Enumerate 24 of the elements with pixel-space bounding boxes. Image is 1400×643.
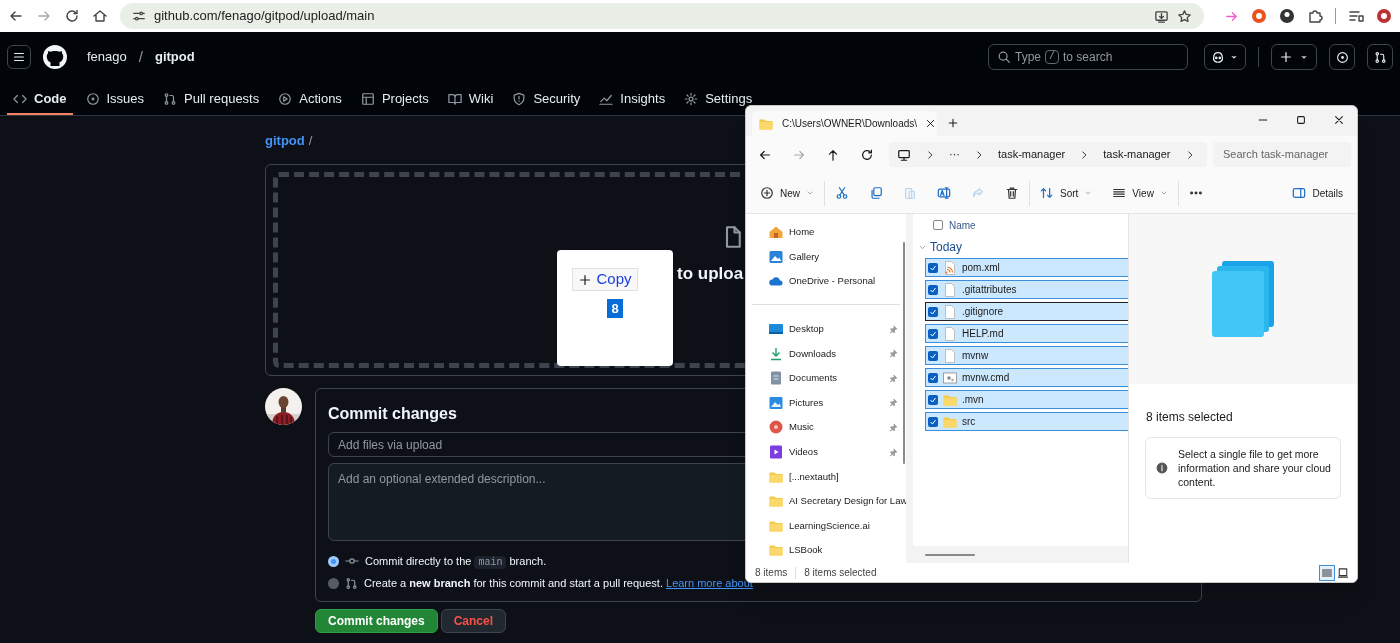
copy-label: Copy <box>572 268 638 291</box>
file-name: pom.xml <box>962 261 1000 275</box>
status-text: 8 items <box>755 566 788 580</box>
file-name: src <box>962 415 976 429</box>
search-hint: to search <box>1063 49 1113 66</box>
file-name: HELP.md <box>962 327 1004 341</box>
search-hint: Type <box>1015 49 1041 66</box>
file-name: .gitignore <box>962 305 1004 319</box>
path-separator: / <box>138 46 143 67</box>
file-name: mvnw <box>962 349 989 363</box>
drop-zone-text: to uploa <box>677 263 744 285</box>
info-text: Select a single file to get more information and share your cloud content. <box>1178 447 1332 489</box>
status-text: 8 items selected <box>804 566 877 580</box>
count-badge: 8 <box>607 299 623 318</box>
file-name: .mvn <box>962 393 984 407</box>
details-heading: 8 items selected <box>1145 409 1234 426</box>
url-text: github.com/fenago/gitpod/upload/main <box>154 7 375 26</box>
file-name: .gitattributes <box>962 283 1017 297</box>
option-label: Commit directly to the main branch. <box>365 553 547 570</box>
path-separator: / <box>308 132 313 151</box>
tab-title: C:\Users\OWNER\Downloads\ <box>782 117 918 131</box>
search-placeholder: Search task-manager <box>1223 147 1329 163</box>
commit-title: Commit changes <box>328 404 457 424</box>
shortcut-key: / <box>1045 50 1060 64</box>
